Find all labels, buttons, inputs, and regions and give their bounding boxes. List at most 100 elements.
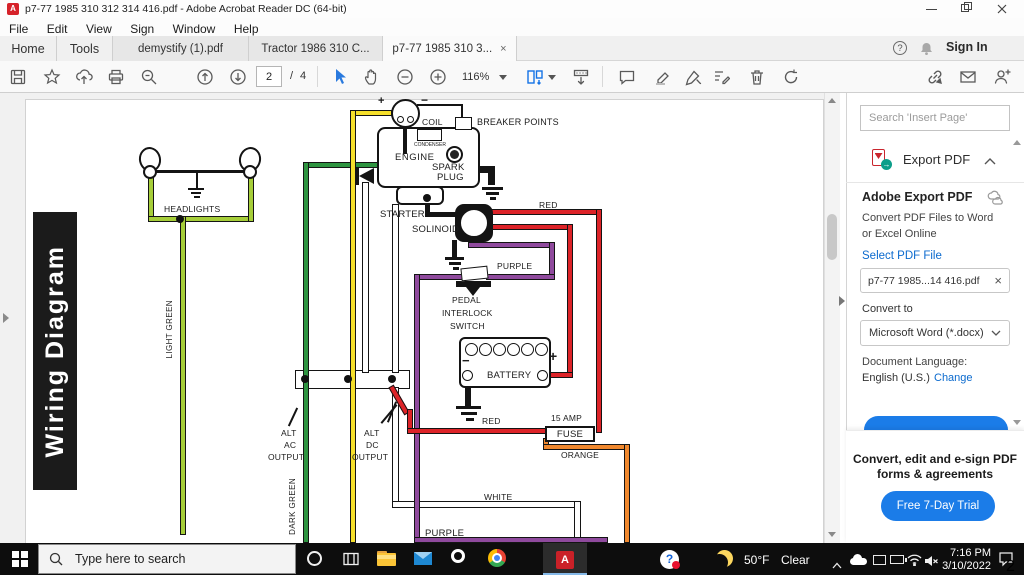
page-number-input[interactable]: 2	[256, 66, 282, 87]
hand-tool-icon[interactable]	[363, 68, 381, 86]
zoom-in-icon[interactable]	[429, 68, 447, 86]
bell-icon[interactable]	[919, 41, 934, 61]
shape	[656, 72, 669, 85]
export-collapse-icon[interactable]	[984, 153, 996, 171]
sign-pen-icon[interactable]	[684, 68, 702, 86]
format-select[interactable]: Microsoft Word (*.docx)	[860, 320, 1010, 346]
export-pdf-header[interactable]: Export PDF	[903, 152, 970, 167]
chrome-icon[interactable]	[488, 549, 506, 567]
scrollbar-thumb[interactable]	[827, 214, 837, 260]
clock-date[interactable]: 3/10/2022	[935, 560, 991, 572]
next-page-icon[interactable]	[229, 68, 247, 86]
tab-close-icon[interactable]: ×	[500, 43, 506, 55]
scrolling-mode-icon[interactable]	[572, 68, 590, 86]
email-icon[interactable]	[959, 68, 977, 86]
change-language-link[interactable]: Change	[934, 372, 973, 384]
promo-panel	[846, 430, 1024, 543]
menu-edit[interactable]: Edit	[47, 22, 68, 36]
zoom-out-icon[interactable]	[396, 68, 414, 86]
sign-in-button[interactable]: Sign In	[946, 40, 988, 54]
shape	[991, 330, 1001, 336]
highlighter-icon[interactable]	[653, 68, 671, 86]
menu-view[interactable]: View	[86, 22, 112, 36]
chip-close-icon[interactable]: ×	[994, 273, 1002, 288]
tab-doc-demystify[interactable]: demystify (1).pdf	[112, 36, 248, 61]
previous-page-icon[interactable]	[196, 68, 214, 86]
zoom-level-value[interactable]: 116%	[462, 71, 489, 83]
share-upload-icon[interactable]	[75, 68, 93, 86]
share-person-icon[interactable]	[993, 68, 1011, 86]
comment-icon[interactable]	[618, 68, 636, 86]
weather-condition[interactable]: Clear	[781, 553, 810, 567]
page-view-icon[interactable]	[526, 68, 544, 86]
coil-icon	[391, 99, 420, 128]
scrollbar-up-icon[interactable]	[828, 98, 836, 103]
sidebar-scroll-up-icon[interactable]	[1013, 140, 1021, 145]
save-icon[interactable]	[9, 68, 27, 86]
delete-icon[interactable]	[748, 68, 766, 86]
sidebar-scroll-down-icon[interactable]	[1013, 420, 1021, 425]
tab-doc-active-label: p7-77 1985 310 3...	[392, 42, 493, 55]
page-view-caret[interactable]	[548, 75, 556, 80]
dot	[176, 215, 184, 223]
promo-line1: Convert, edit and e-sign PDF	[852, 452, 1017, 466]
taskbar-search-box[interactable]: Type here to search	[38, 544, 296, 574]
action-center-icon[interactable]: 2	[998, 551, 1015, 575]
wiring-diagram-banner-text: Wiring Diagram	[40, 244, 69, 458]
tray-expand-icon[interactable]	[832, 556, 842, 574]
shape	[343, 552, 359, 566]
minimize-button[interactable]	[926, 9, 937, 10]
start-button-icon[interactable]	[12, 551, 28, 567]
shape	[657, 72, 669, 84]
task-view-icon[interactable]	[343, 552, 359, 571]
sidebar-search-input[interactable]	[860, 105, 1010, 131]
left-panel-expand-icon[interactable]	[3, 313, 9, 323]
acrobat-taskbar-icon: A	[556, 551, 574, 569]
menu-window[interactable]: Window	[173, 22, 216, 36]
fill-sign-icon[interactable]	[712, 68, 730, 86]
blk	[486, 192, 499, 195]
select-tool-icon[interactable]	[331, 68, 349, 86]
shape	[21, 560, 28, 567]
acrobat-app-icon: A	[7, 3, 19, 15]
restore-button-back	[964, 2, 972, 10]
print-icon[interactable]	[107, 68, 125, 86]
selected-file-chip[interactable]: p7-77 1985...14 416.pdf ×	[860, 268, 1010, 293]
label-engine: ENGINE	[395, 152, 435, 163]
select-pdf-file-link[interactable]: Select PDF File	[862, 250, 942, 262]
convert-button-partial[interactable]	[864, 416, 1008, 430]
menu-help[interactable]: Help	[234, 22, 259, 36]
help-icon[interactable]: ?	[893, 41, 907, 55]
wire-segment	[392, 501, 581, 508]
acrobat-taskbar-button[interactable]: A	[543, 543, 587, 575]
display-tray-icon[interactable]	[873, 555, 886, 565]
tab-home[interactable]: Home	[0, 36, 56, 61]
menu-file[interactable]: File	[9, 22, 28, 36]
sidebar-collapse-icon[interactable]	[839, 296, 845, 306]
tab-doc-tractor[interactable]: Tractor 1986 310 C...	[248, 36, 382, 61]
wire-segment	[486, 274, 555, 280]
loop-app-icon[interactable]	[451, 549, 465, 563]
tab-doc-active[interactable]: p7-77 1985 310 3... ×	[382, 36, 517, 61]
zoom-dropdown-caret[interactable]	[499, 75, 507, 80]
help-tray-icon[interactable]: ?	[660, 550, 680, 569]
battery-cell-2	[479, 343, 492, 356]
weather-temp[interactable]: 50°F	[744, 553, 769, 567]
document-scrollbar[interactable]	[824, 93, 840, 543]
star-icon[interactable]	[43, 68, 61, 86]
moon-icon[interactable]	[716, 550, 733, 567]
shape	[108, 69, 124, 85]
tab-tools[interactable]: Tools	[56, 36, 112, 61]
menu-sign[interactable]: Sign	[130, 22, 154, 36]
search-icon[interactable]	[140, 68, 158, 86]
cortana-icon[interactable]	[307, 551, 322, 566]
rotate-icon[interactable]	[782, 68, 800, 86]
wifi-icon[interactable]	[907, 553, 922, 571]
link-icon[interactable]	[926, 68, 944, 86]
battery-tray-icon[interactable]	[890, 555, 907, 564]
label-starter: STARTER	[380, 209, 425, 220]
free-trial-button[interactable]: Free 7-Day Trial	[881, 491, 995, 521]
clock-time[interactable]: 7:16 PM	[935, 547, 991, 559]
scrollbar-down-icon[interactable]	[828, 532, 836, 537]
close-button[interactable]	[996, 2, 1008, 14]
